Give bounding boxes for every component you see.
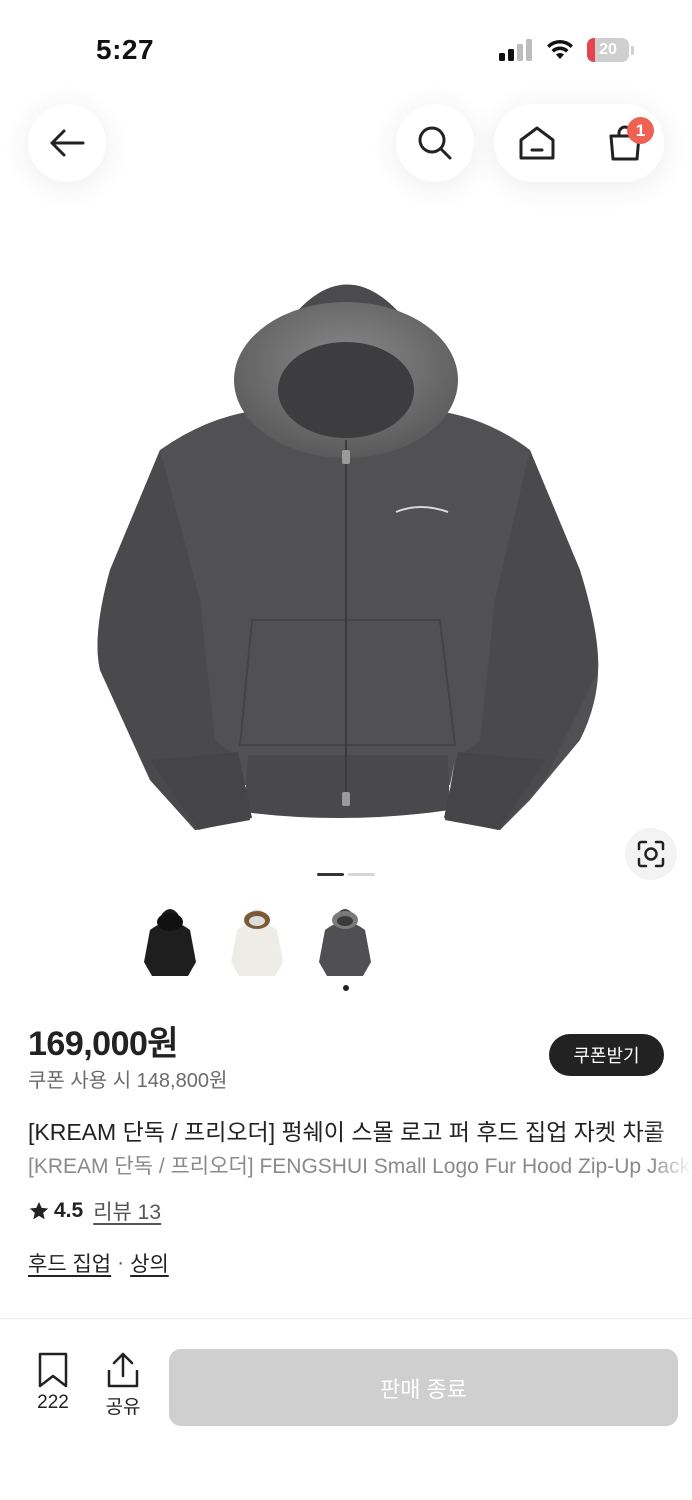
product-title-en: [KREAM 단독 / 프리오더] FENGSHUI Small Logo Fu… — [28, 1155, 692, 1178]
category-link-top[interactable]: 상의 — [130, 1248, 169, 1278]
status-icons: 20 — [499, 38, 634, 62]
coupon-price: 쿠폰 사용 시 148,800원 — [28, 1070, 228, 1092]
coupon-button[interactable]: 쿠폰받기 — [549, 1034, 664, 1076]
buy-button[interactable]: 판매 종료 — [169, 1349, 678, 1426]
header-actions: 1 — [494, 104, 664, 182]
thumbnail-black[interactable] — [130, 900, 210, 980]
battery-indicator: 20 — [587, 38, 629, 62]
battery-tip — [631, 45, 634, 55]
home-button[interactable] — [498, 104, 576, 182]
arrow-left-icon — [50, 129, 85, 157]
thumbnail-charcoal[interactable] — [305, 900, 385, 980]
divider — [0, 1318, 692, 1319]
lens-icon — [637, 840, 665, 868]
bookmark-button[interactable]: 222 — [23, 1352, 83, 1414]
bottom-action-bar: 222 공유 판매 종료 — [0, 1330, 692, 1440]
bookmark-count: 222 — [37, 1392, 69, 1413]
bookmark-icon — [38, 1352, 68, 1388]
share-label: 공유 — [105, 1397, 141, 1418]
cart-badge: 1 — [627, 117, 654, 144]
rating-row: 4.5 리뷰 13 — [28, 1196, 161, 1226]
search-button[interactable] — [396, 104, 474, 182]
share-icon — [107, 1352, 139, 1388]
carousel-indicator-active — [317, 873, 344, 876]
product-title-ko: [KREAM 단독 / 프리오더] 펑쉐이 스몰 로고 퍼 후드 집업 자켓 차… — [28, 1119, 665, 1145]
thumbnail-ivory[interactable] — [217, 900, 297, 980]
title-fade — [652, 1105, 692, 1185]
back-button[interactable] — [28, 104, 106, 182]
search-icon — [418, 126, 452, 160]
jacket-thumbnail — [144, 909, 196, 976]
category-separator: · — [117, 1251, 125, 1274]
status-time: 5:27 — [96, 34, 155, 65]
cart-button[interactable]: 1 — [586, 104, 664, 182]
product-price: 169,000원 — [28, 1025, 179, 1063]
selected-thumbnail-dot — [343, 985, 349, 991]
rating-value: 4.5 — [54, 1199, 84, 1222]
review-link[interactable]: 리뷰 13 — [93, 1196, 161, 1226]
color-thumbnails — [0, 900, 692, 990]
jacket-image — [97, 284, 599, 830]
wifi-icon — [547, 39, 573, 59]
signal-icon — [499, 39, 532, 61]
star-icon — [29, 1201, 49, 1220]
product-image[interactable] — [0, 240, 692, 860]
jacket-thumbnail — [231, 909, 283, 976]
category-link-hood-zipup[interactable]: 후드 집업 — [28, 1248, 111, 1278]
status-bar: 5:27 20 — [0, 0, 692, 90]
jacket-thumbnail — [319, 909, 371, 976]
share-button[interactable]: 공유 — [93, 1352, 153, 1419]
carousel-indicator — [348, 873, 375, 876]
category-row: 후드 집업 · 상의 — [28, 1248, 169, 1278]
battery-percent: 20 — [599, 41, 617, 58]
image-search-button[interactable] — [625, 828, 677, 880]
home-icon — [519, 126, 555, 160]
